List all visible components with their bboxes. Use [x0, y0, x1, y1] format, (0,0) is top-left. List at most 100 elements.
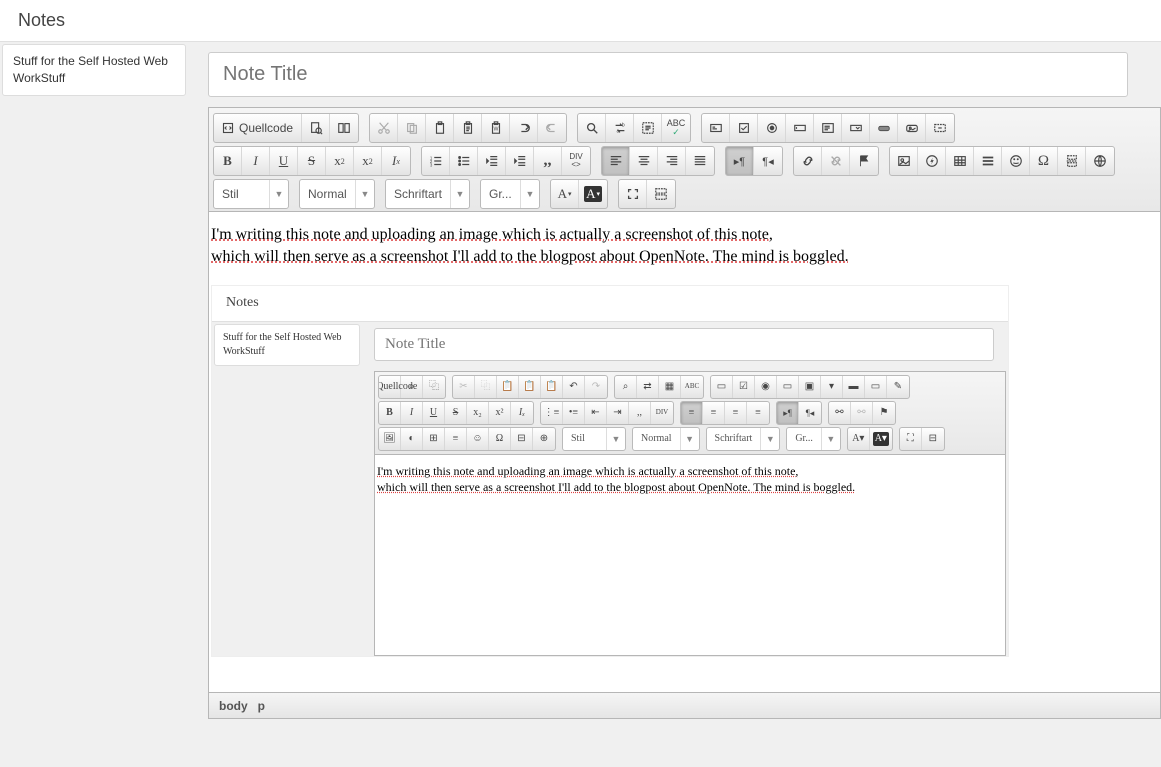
- textfield-icon: [793, 121, 807, 135]
- clipboard-icon: [433, 121, 447, 135]
- textarea-icon: [821, 121, 835, 135]
- status-path-p[interactable]: p: [258, 699, 265, 713]
- button-button[interactable]: [870, 114, 898, 142]
- table-button[interactable]: [946, 147, 974, 175]
- source-button[interactable]: Quellcode: [214, 114, 302, 142]
- group-forms: [701, 113, 955, 143]
- svg-text:a: a: [616, 128, 619, 134]
- group-align: [601, 146, 715, 176]
- ul-icon: [457, 154, 471, 168]
- paste-text-button[interactable]: [454, 114, 482, 142]
- scissors-icon: [377, 121, 391, 135]
- flash-button[interactable]: [918, 147, 946, 175]
- source-label: Quellcode: [239, 121, 293, 135]
- image-button[interactable]: [890, 147, 918, 175]
- smiley-button[interactable]: [1002, 147, 1030, 175]
- sidebar-note-item[interactable]: Stuff for the Self Hosted Web WorkStuff: [2, 44, 186, 96]
- removeformat-button[interactable]: Ix: [382, 147, 410, 175]
- font-dropdown[interactable]: Schriftart▼: [385, 179, 470, 209]
- outdent-button[interactable]: [478, 147, 506, 175]
- specialchar-button[interactable]: Ω: [1030, 147, 1058, 175]
- replace-button[interactable]: ab: [606, 114, 634, 142]
- superscript-button[interactable]: x2: [354, 147, 382, 175]
- editor-content[interactable]: I'm writing this note and uploading an i…: [209, 212, 1160, 692]
- group-tools: [618, 179, 676, 209]
- sidebar-item-line2: WorkStuff: [13, 70, 175, 87]
- blockquote-button[interactable]: ,,: [534, 147, 562, 175]
- sidebar-item-line1: Stuff for the Self Hosted Web: [13, 53, 175, 70]
- rtl-button[interactable]: ¶◂: [754, 147, 782, 175]
- numberlist-button[interactable]: 123: [422, 147, 450, 175]
- hr-button[interactable]: [974, 147, 1002, 175]
- redo-icon: [545, 121, 559, 135]
- align-justify-icon: [693, 154, 707, 168]
- find-button[interactable]: [578, 114, 606, 142]
- iframe-button[interactable]: [1086, 147, 1114, 175]
- spellcheck-button[interactable]: ABC✓: [662, 114, 690, 142]
- italic-button[interactable]: I: [242, 147, 270, 175]
- hr-icon: [981, 154, 995, 168]
- copy-button[interactable]: [398, 114, 426, 142]
- underline-button[interactable]: U: [270, 147, 298, 175]
- div-button[interactable]: DIV<>: [562, 147, 590, 175]
- status-path-body[interactable]: body: [219, 699, 248, 713]
- align-right-button[interactable]: [658, 147, 686, 175]
- cut-button[interactable]: [370, 114, 398, 142]
- templates-button[interactable]: [330, 114, 358, 142]
- editor-statusbar: body p: [209, 692, 1160, 718]
- anchor-button[interactable]: [850, 147, 878, 175]
- align-left-button[interactable]: [602, 147, 630, 175]
- flash-icon: [925, 154, 939, 168]
- button-icon: [877, 121, 891, 135]
- group-link: [793, 146, 879, 176]
- svg-text:3: 3: [429, 162, 432, 167]
- hidden-button[interactable]: [926, 114, 954, 142]
- app-title: Notes: [18, 10, 65, 30]
- style-dropdown[interactable]: Stil▼: [213, 179, 289, 209]
- selectall-button[interactable]: [634, 114, 662, 142]
- inner-toolbar: ◧ Quellcode⌕⿻ ✂⿻📋📋📋↶↷ ⌕⇄▦ABC ▭☑◉▭▣▾▬▭✎ B…: [375, 372, 1005, 455]
- bulletlist-button[interactable]: [450, 147, 478, 175]
- size-dropdown[interactable]: Gr...▼: [480, 179, 540, 209]
- subscript-button[interactable]: x2: [326, 147, 354, 175]
- indent-button[interactable]: [506, 147, 534, 175]
- outdent-icon: [485, 154, 499, 168]
- maximize-button[interactable]: [619, 180, 647, 208]
- select-button[interactable]: [842, 114, 870, 142]
- note-title-input[interactable]: [208, 52, 1128, 97]
- bgcolor-button[interactable]: A▾: [579, 180, 607, 208]
- align-justify-button[interactable]: [686, 147, 714, 175]
- content-line1: I'm writing this note and uploading an i…: [211, 226, 773, 243]
- format-dropdown[interactable]: Normal▼: [299, 179, 375, 209]
- bold-button[interactable]: B: [214, 147, 242, 175]
- chevron-down-icon: ▼: [270, 189, 288, 199]
- paste-button[interactable]: [426, 114, 454, 142]
- smiley-icon: [1009, 154, 1023, 168]
- radio-button[interactable]: [758, 114, 786, 142]
- textarea-button[interactable]: [814, 114, 842, 142]
- preview-button[interactable]: [302, 114, 330, 142]
- main-area: Quellcode W ab: [188, 42, 1161, 719]
- link-button[interactable]: [794, 147, 822, 175]
- hidden-field-icon: [933, 121, 947, 135]
- unlink-button[interactable]: [822, 147, 850, 175]
- paste-word-button[interactable]: W: [482, 114, 510, 142]
- font-label: Schriftart: [386, 180, 451, 208]
- textfield-button[interactable]: [786, 114, 814, 142]
- undo-button[interactable]: [510, 114, 538, 142]
- group-color: A▾ A▾: [550, 179, 608, 209]
- form-button[interactable]: [702, 114, 730, 142]
- svg-text:W: W: [493, 127, 498, 133]
- inner-app-header: Notes: [212, 286, 1008, 322]
- pagebreak-button[interactable]: [1058, 147, 1086, 175]
- fontcolor-button[interactable]: A▾: [551, 180, 579, 208]
- checkbox-button[interactable]: [730, 114, 758, 142]
- imagebutton-button[interactable]: [898, 114, 926, 142]
- editor-toolbar: Quellcode W ab: [209, 108, 1160, 212]
- ltr-button[interactable]: ▸¶: [726, 147, 754, 175]
- redo-button[interactable]: [538, 114, 566, 142]
- strike-button[interactable]: S: [298, 147, 326, 175]
- showblocks-button[interactable]: [647, 180, 675, 208]
- align-center-button[interactable]: [630, 147, 658, 175]
- templates-icon: [337, 121, 351, 135]
